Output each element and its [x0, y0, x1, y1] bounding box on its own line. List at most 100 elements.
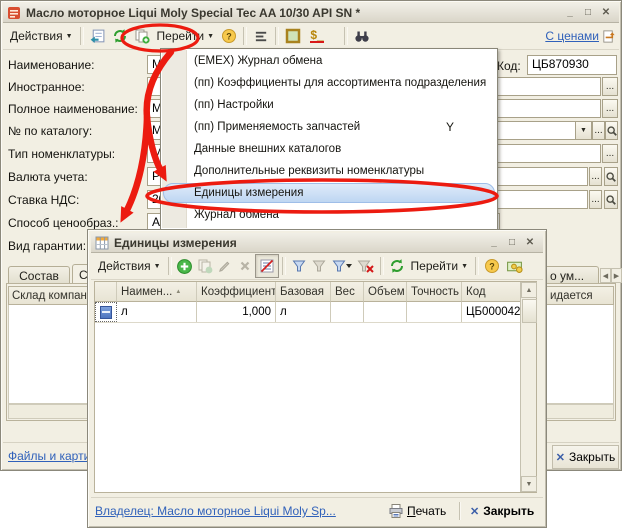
goto-menu: (EMEX) Журнал обмена (пп) Коэффициенты д…	[160, 48, 498, 230]
menu-item[interactable]: (EMEX) Журнал обмена	[161, 50, 497, 72]
maximize-icon[interactable]: □	[503, 235, 521, 250]
field-value-fragment: Y	[446, 120, 454, 134]
filter-clear-icon	[357, 258, 375, 274]
units-titlebar[interactable]: Единицы измерения _ □ ✕	[91, 233, 543, 253]
pencil-icon	[217, 259, 232, 274]
menu-item-units-highlighted[interactable]: Единицы измерения	[161, 182, 497, 204]
column-header-base[interactable]: Базовая	[276, 282, 331, 302]
dropdown-button[interactable]: ▼	[575, 121, 592, 140]
print-button[interactable]: Печать	[388, 500, 446, 522]
ellipsis-button[interactable]: ...	[592, 121, 605, 140]
tab-sostav[interactable]: Состав	[8, 266, 70, 284]
row-selector-cell[interactable]	[95, 302, 117, 322]
chevron-left-icon: ◀	[603, 272, 608, 280]
column-header-precision[interactable]: Точность	[407, 282, 462, 302]
scroll-up-button[interactable]: ▲	[521, 282, 537, 298]
units-table: Наимен... ▲ Коэффициент Базовая Вес Объе…	[94, 281, 537, 493]
table-row[interactable]: л 1,000 л ЦБ000042	[95, 302, 520, 323]
minimize-icon[interactable]: _	[561, 5, 579, 20]
filter-by-value-button[interactable]	[309, 255, 329, 277]
refresh-button[interactable]	[387, 255, 407, 277]
structure-icon	[254, 29, 269, 44]
toolbar-separator	[282, 257, 286, 275]
code-field[interactable]: ЦБ870930	[527, 55, 617, 75]
help-icon: ?	[221, 28, 237, 44]
copy-icon	[197, 258, 213, 274]
set-filter-button[interactable]	[289, 255, 309, 277]
close-icon[interactable]: ✕	[521, 235, 539, 250]
clear-filter-button[interactable]	[355, 255, 377, 277]
lookup-button[interactable]	[605, 121, 618, 140]
help-button[interactable]: ?	[218, 25, 240, 47]
actions-button[interactable]: Действия ▼	[6, 25, 77, 47]
ellipsis-button[interactable]: ...	[602, 99, 618, 118]
report-page-icon	[601, 29, 616, 44]
help-button[interactable]: ?	[482, 255, 502, 277]
toolbar-separator	[80, 27, 84, 45]
scroll-thumb[interactable]	[522, 299, 537, 323]
maximize-icon[interactable]: □	[579, 5, 597, 20]
show-deleted-toggle[interactable]	[255, 254, 279, 278]
ellipsis-button[interactable]: ...	[589, 167, 602, 186]
cell-weight	[331, 302, 364, 322]
add-copy-button[interactable]	[195, 255, 215, 277]
close-icon[interactable]: ✕	[597, 5, 615, 20]
actions-button[interactable]: Действия ▼	[94, 255, 165, 277]
menu-item[interactable]: Дополнительные реквизиты номенклатуры	[161, 160, 497, 182]
menu-item[interactable]: Журнал обмена	[161, 204, 497, 226]
close-x-icon: ✕	[470, 505, 479, 518]
money-icon	[506, 258, 523, 275]
menu-item[interactable]: Данные внешних каталогов	[161, 138, 497, 160]
cell-code: ЦБ000042	[462, 302, 520, 322]
goto-button[interactable]: Перейти ▼	[407, 255, 473, 277]
tab-scroll-left[interactable]: ◀	[600, 268, 611, 283]
column-header-weight[interactable]: Вес	[331, 282, 364, 302]
tab-scroll-right[interactable]: ▶	[611, 268, 622, 283]
row-selector-header[interactable]	[95, 282, 117, 302]
column-header-coefficient[interactable]: Коэффициент	[197, 282, 276, 302]
minimize-icon[interactable]: _	[485, 235, 503, 250]
menu-item[interactable]: (пп) Коэффициенты для ассортимента подра…	[161, 72, 497, 94]
prices-button[interactable]: $_	[304, 25, 330, 47]
with-prices-link[interactable]: С ценами	[545, 29, 599, 43]
ellipsis-button[interactable]: ...	[602, 77, 618, 96]
write-object-button[interactable]	[87, 25, 109, 47]
item-form-titlebar[interactable]: Масло моторное Liqui Moly Special Tec AA…	[3, 3, 619, 23]
lookup-button[interactable]	[604, 190, 618, 209]
ellipsis-button[interactable]: ...	[602, 144, 618, 163]
structure-button[interactable]	[250, 25, 272, 47]
units-table-scrollbar[interactable]: ▲ ▼	[520, 282, 536, 492]
column-header-name[interactable]: Наимен... ▲	[117, 282, 197, 302]
delete-button[interactable]	[235, 255, 255, 277]
filter-icon	[291, 258, 307, 274]
tab-right-partial[interactable]: о ум...	[541, 266, 599, 284]
add-button[interactable]	[175, 255, 195, 277]
column-header-volume[interactable]: Объем	[364, 282, 407, 302]
lookup-button[interactable]	[604, 167, 618, 186]
refresh-icon	[389, 258, 405, 274]
ellipsis-button[interactable]: ...	[589, 190, 602, 209]
cell-base: л	[276, 302, 331, 322]
menu-item[interactable]: (пп) Настройки	[161, 94, 497, 116]
toolbar-separator	[275, 27, 279, 45]
field-label: Наименование:	[8, 58, 95, 72]
edit-button[interactable]	[215, 255, 235, 277]
images-button[interactable]	[282, 25, 304, 47]
code-label: Код:	[497, 59, 521, 73]
close-units-button[interactable]: ✕ Закрыть	[470, 500, 534, 522]
reread-button[interactable]	[109, 25, 131, 47]
files-and-pictures-link[interactable]: Файлы и карти	[8, 449, 88, 463]
dollar-underscore-icon: $_	[310, 29, 323, 43]
scroll-down-button[interactable]: ▼	[521, 476, 537, 492]
field-label: № по каталогу:	[8, 124, 92, 138]
prices-button[interactable]	[502, 255, 526, 277]
goto-button[interactable]: Перейти ▼	[153, 25, 219, 47]
column-header-code[interactable]: Код	[462, 282, 520, 302]
copy-button[interactable]	[131, 25, 153, 47]
chevron-down-icon: ▼	[154, 263, 161, 270]
close-form-button[interactable]: ✕ Закрыть	[552, 445, 619, 469]
owner-link[interactable]: Владелец: Масло моторное Liqui Moly Sp..…	[95, 504, 336, 518]
filter-settings-button[interactable]	[329, 255, 355, 277]
document-icon	[7, 6, 21, 20]
search-button[interactable]	[351, 25, 373, 47]
